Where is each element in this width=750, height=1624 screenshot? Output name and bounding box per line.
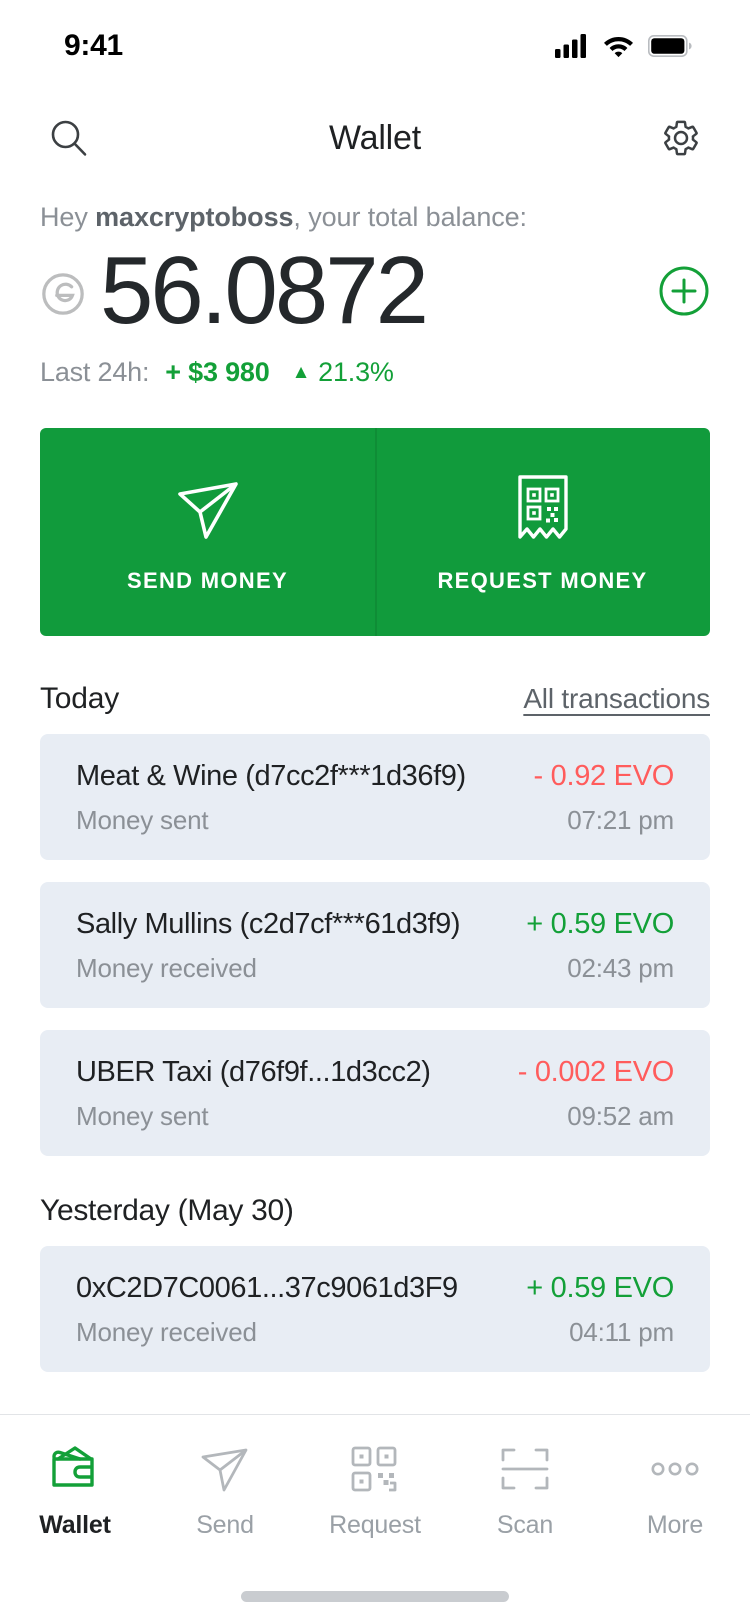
request-money-label: REQUEST MONEY — [437, 568, 648, 593]
transaction-secondary-row: Money received 02:43 pm — [76, 953, 674, 984]
transaction-primary-row: 0xC2D7C0061...37c9061d3F9 + 0.59 EVO — [76, 1272, 674, 1305]
status-indicators — [555, 34, 692, 58]
transaction-time: 04:11 pm — [569, 1317, 674, 1347]
qr-code-icon — [351, 1446, 397, 1492]
yesterday-title: Yesterday (May 30) — [40, 1194, 294, 1227]
nav-label-send: Send — [196, 1511, 254, 1539]
transaction-primary-row: UBER Taxi (d76f9f...1d3cc2) - 0.002 EVO — [76, 1056, 674, 1089]
transaction-primary-row: Meat & Wine (d7cc2f***1d36f9) - 0.92 EVO — [76, 760, 674, 793]
plus-circle-icon[interactable] — [658, 265, 710, 317]
transaction-title: Sally Mullins (c2d7cf***61d3f9) — [76, 908, 461, 940]
wallet-icon — [52, 1446, 94, 1487]
last-24h-stats: Last 24h: + $3 980 ▲ 21.3% — [40, 357, 710, 388]
today-title: Today — [40, 682, 120, 715]
greeting-text: Hey maxcryptoboss, your total balance: — [40, 202, 710, 233]
transaction-primary-row: Sally Mullins (c2d7cf***61d3f9) + 0.59 E… — [76, 908, 674, 941]
greeting-prefix: Hey — [40, 202, 96, 232]
all-transactions-link[interactable]: All transactions — [523, 683, 710, 715]
qr-receipt-icon-wrap — [507, 470, 579, 548]
cellular-signal-icon — [555, 34, 586, 58]
transaction-subtitle: Money received — [76, 953, 257, 983]
request-money-button[interactable]: REQUEST MONEY — [375, 428, 710, 636]
last-24h-amount: + $3 980 — [165, 357, 270, 387]
transactions-section: Today All transactions Meat & Wine (d7cc… — [0, 682, 750, 1372]
wallet-icon-wrap — [47, 1441, 103, 1497]
transaction-time: 09:52 am — [567, 1101, 674, 1131]
qr-code-icon-wrap — [349, 1441, 401, 1497]
trend-up-icon: ▲ — [291, 361, 311, 383]
transaction-amount: - 0.002 EVO — [517, 1056, 675, 1088]
transaction-subtitle: Money sent — [76, 1101, 209, 1131]
nav-label-more: More — [646, 1511, 704, 1539]
balance-row: 56.0872 — [40, 239, 710, 343]
nav-label-wallet: Wallet — [39, 1511, 111, 1539]
send-plane-icon-wrap — [170, 470, 246, 548]
status-bar: 9:41 — [0, 0, 750, 92]
send-plane-icon — [201, 1448, 248, 1492]
nav-item-scan[interactable]: Scan — [450, 1441, 600, 1540]
bottom-navigation: Wallet Send Request Scan More — [0, 1414, 750, 1624]
page-title: Wallet — [328, 118, 421, 157]
nav-label-scan: Scan — [496, 1511, 554, 1539]
scan-frame-icon-wrap — [498, 1441, 552, 1497]
balance-amount: 56.0872 — [100, 237, 429, 344]
username: maxcryptoboss — [95, 202, 294, 232]
settings-button[interactable] — [652, 109, 710, 167]
last-24h-percent: 21.3% — [318, 357, 394, 387]
send-plane-icon — [177, 482, 238, 539]
transaction-secondary-row: Money received 04:11 pm — [76, 1317, 674, 1348]
transaction-subtitle: Money received — [76, 1317, 257, 1347]
more-dots-icon — [651, 1462, 699, 1476]
gear-icon — [664, 120, 698, 156]
transaction-subtitle: Money sent — [76, 805, 209, 835]
transaction-title: 0xC2D7C0061...37c9061d3F9 — [76, 1272, 458, 1304]
transaction-amount: + 0.59 EVO — [526, 908, 674, 940]
greeting-suffix: , your total balance: — [293, 202, 527, 232]
scan-frame-icon — [501, 1448, 549, 1490]
balance-section: Hey maxcryptoboss, your total balance: 5… — [0, 184, 750, 388]
nav-item-wallet[interactable]: Wallet — [0, 1441, 150, 1540]
transaction-title: Meat & Wine (d7cc2f***1d36f9) — [76, 760, 466, 792]
nav-label-request: Request — [329, 1511, 421, 1539]
search-button[interactable] — [40, 109, 98, 167]
nav-item-send[interactable]: Send — [150, 1441, 300, 1540]
transaction-time: 02:43 pm — [567, 953, 674, 983]
wifi-icon — [604, 37, 633, 58]
evo-coin-icon — [42, 273, 84, 315]
table-row[interactable]: Sally Mullins (c2d7cf***61d3f9) + 0.59 E… — [40, 882, 710, 1008]
battery-full-icon — [648, 35, 692, 57]
app-header: Wallet — [0, 92, 750, 184]
table-row[interactable]: Meat & Wine (d7cc2f***1d36f9) - 0.92 EVO… — [40, 734, 710, 860]
status-time: 9:41 — [64, 29, 123, 62]
table-row[interactable]: UBER Taxi (d76f9f...1d3cc2) - 0.002 EVO … — [40, 1030, 710, 1156]
qr-receipt-icon — [517, 475, 568, 539]
today-header: Today All transactions — [40, 682, 710, 716]
transaction-amount: + 0.59 EVO — [526, 1272, 674, 1304]
transaction-time: 07:21 pm — [567, 805, 674, 835]
home-indicator — [241, 1591, 509, 1602]
search-icon — [51, 120, 87, 156]
more-dots-icon-wrap — [645, 1441, 705, 1497]
nav-item-more[interactable]: More — [600, 1441, 750, 1540]
nav-item-request[interactable]: Request — [300, 1441, 450, 1540]
send-money-label: SEND MONEY — [127, 568, 288, 593]
last-24h-label: Last 24h: — [40, 357, 150, 387]
send-money-button[interactable]: SEND MONEY — [40, 428, 375, 636]
transaction-secondary-row: Money sent 09:52 am — [76, 1101, 674, 1132]
transaction-amount: - 0.92 EVO — [533, 760, 675, 792]
transaction-title: UBER Taxi (d76f9f...1d3cc2) — [76, 1056, 431, 1088]
transaction-secondary-row: Money sent 07:21 pm — [76, 805, 674, 836]
send-plane-icon-wrap — [198, 1441, 252, 1497]
primary-actions: SEND MONEY REQUEST MONEY — [40, 428, 710, 636]
table-row[interactable]: 0xC2D7C0061...37c9061d3F9 + 0.59 EVO Mon… — [40, 1246, 710, 1372]
